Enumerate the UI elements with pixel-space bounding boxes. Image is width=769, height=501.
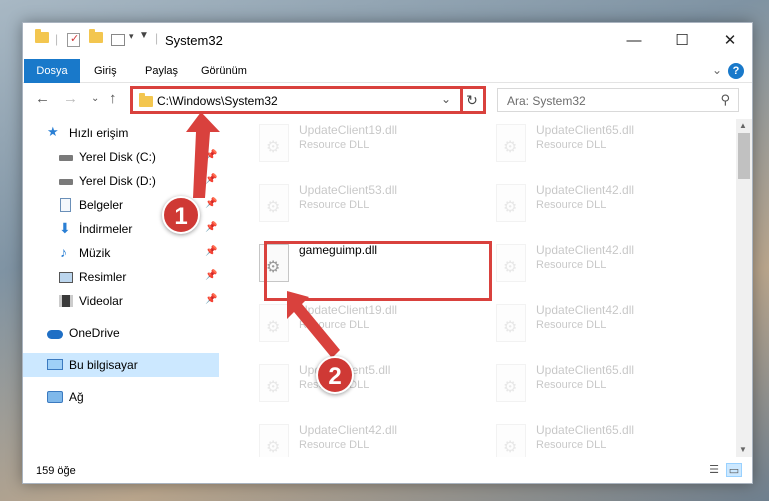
- step-1-callout: 1: [162, 196, 200, 234]
- annotation-arrows: [186, 112, 340, 358]
- step-2-callout: 2: [316, 356, 354, 394]
- arrow-to-file: [287, 291, 340, 358]
- arrow-to-address-bar: [186, 112, 220, 198]
